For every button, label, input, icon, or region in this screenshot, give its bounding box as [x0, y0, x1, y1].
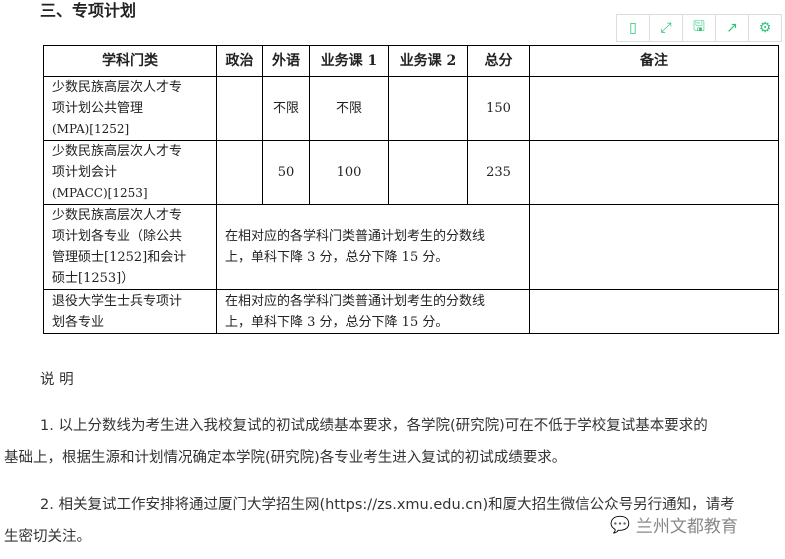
note-paragraph-1: 1. 以上分数线为考生进入我校复试的初试成绩基本要求，各学院(研究院)可在不低于… — [4, 410, 780, 474]
subject-cell: 少数民族高层次人才专 项计划公共管理 (MPA)[1252] — [43, 76, 217, 141]
wechat-icon: 💬 — [610, 515, 630, 534]
table-row: 退役大学生士兵专项计 划各专业 在相对应的各学科门类普通计划考生的分数线 上，单科下… — [43, 289, 779, 334]
score-table: 学科门类 政治 外语 业务课 1 业务课 2 总分 备注 少数民族高层次人才专项… — [43, 45, 779, 334]
section-title: 三、专项计划 — [40, 1, 137, 20]
table-row: 少数民族高层次人才专 项计划会计 (MPACC)[1253] 50 100 235 — [43, 140, 779, 205]
politics-cell — [216, 140, 263, 205]
header-cell: 业务课 2 — [388, 45, 468, 77]
table-row: 少数民族高层次人才专 项计划公共管理 (MPA)[1252] 不限 不限 150 — [43, 76, 779, 141]
watermark-text: 兰州文都教育 — [635, 517, 738, 537]
watermark: 💬 兰州文都教育 — [610, 512, 738, 537]
toolbar: ▯ ⤢ 🖫 ↗ ⚙ — [616, 14, 782, 42]
foreign-cell: 不限 — [262, 76, 310, 141]
header-cell: 外语 — [262, 45, 310, 77]
paragraph-line: 1. 以上分数线为考生进入我校复试的初试成绩基本要求，各学院(研究院)可在不低于… — [40, 418, 708, 434]
cell-line: 在相对应的各学科门类普通计划考生的分数线 — [225, 229, 486, 244]
total-cell: 235 — [467, 140, 530, 205]
fullscreen-icon[interactable]: ⤢ — [650, 15, 683, 41]
header-cell: 备注 — [529, 45, 779, 77]
merged-rule-cell: 在相对应的各学科门类普通计划考生的分数线 上，单科下降 3 分，总分下降 15 分… — [216, 204, 530, 290]
total-cell: 150 — [467, 76, 530, 141]
cell-line: 管理硕士[1252]和会计 — [52, 250, 187, 265]
cell-line: 在相对应的各学科门类普通计划考生的分数线 — [225, 293, 486, 309]
course2-cell — [388, 140, 468, 205]
table-row: 少数民族高层次人才专 项计划各专业（除公共 管理硕士[1252]和会计 硕士[1253… — [43, 204, 779, 290]
gear-icon[interactable]: ⚙ — [749, 15, 781, 41]
save-icon[interactable]: 🖫 — [683, 15, 716, 41]
cell-line: 硕士[1253]） — [52, 271, 135, 286]
share-icon[interactable]: ↗ — [716, 15, 749, 41]
cell-line: 项计划各专业（除公共 — [52, 229, 183, 244]
politics-cell — [216, 76, 263, 141]
cell-line: 项计划公共管理 — [52, 101, 144, 116]
cell-line: (MPACC)[1253] — [52, 186, 148, 200]
cell-line: 上，单科下降 3 分，总分下降 15 分。 — [225, 314, 449, 330]
cell-line: 项计划会计 — [52, 165, 118, 180]
note-cell — [529, 140, 779, 205]
paragraph-line: 基础上，根据生源和计划情况确定本学院(研究院)各专业考生进入复试的初试成绩要求。 — [4, 450, 567, 466]
header-cell: 学科门类 — [43, 45, 217, 77]
note-cell — [529, 76, 779, 141]
cell-line: 少数民族高层次人才专 — [52, 208, 183, 223]
cell-line: 少数民族高层次人才专 — [52, 144, 183, 159]
table-header-row: 学科门类 政治 外语 业务课 1 业务课 2 总分 备注 — [43, 45, 779, 77]
notes-heading: 说 明 — [40, 372, 74, 388]
cell-line: 上，单科下降 3 分，总分下降 15 分。 — [225, 250, 449, 265]
subject-cell: 少数民族高层次人才专 项计划各专业（除公共 管理硕士[1252]和会计 硕士[1253… — [43, 204, 217, 290]
merged-rule-cell: 在相对应的各学科门类普通计划考生的分数线 上，单科下降 3 分，总分下降 15 分… — [216, 289, 530, 334]
course2-cell — [388, 76, 468, 141]
cell-line: 划各专业 — [52, 314, 105, 330]
subject-cell: 少数民族高层次人才专 项计划会计 (MPACC)[1253] — [43, 140, 217, 205]
cell-line: (MPA)[1252] — [52, 122, 130, 136]
foreign-cell: 50 — [262, 140, 310, 205]
header-cell: 业务课 1 — [309, 45, 389, 77]
cell-line: 少数民族高层次人才专 — [52, 80, 183, 95]
note-cell — [529, 204, 779, 290]
subject-cell: 退役大学生士兵专项计 划各专业 — [43, 289, 217, 334]
note-cell — [529, 289, 779, 334]
header-cell: 政治 — [216, 45, 263, 77]
header-cell: 总分 — [467, 45, 530, 77]
tablet-icon[interactable]: ▯ — [617, 15, 650, 41]
cell-line: 退役大学生士兵专项计 — [52, 293, 183, 309]
course1-cell: 100 — [309, 140, 389, 205]
course1-cell: 不限 — [309, 76, 389, 141]
